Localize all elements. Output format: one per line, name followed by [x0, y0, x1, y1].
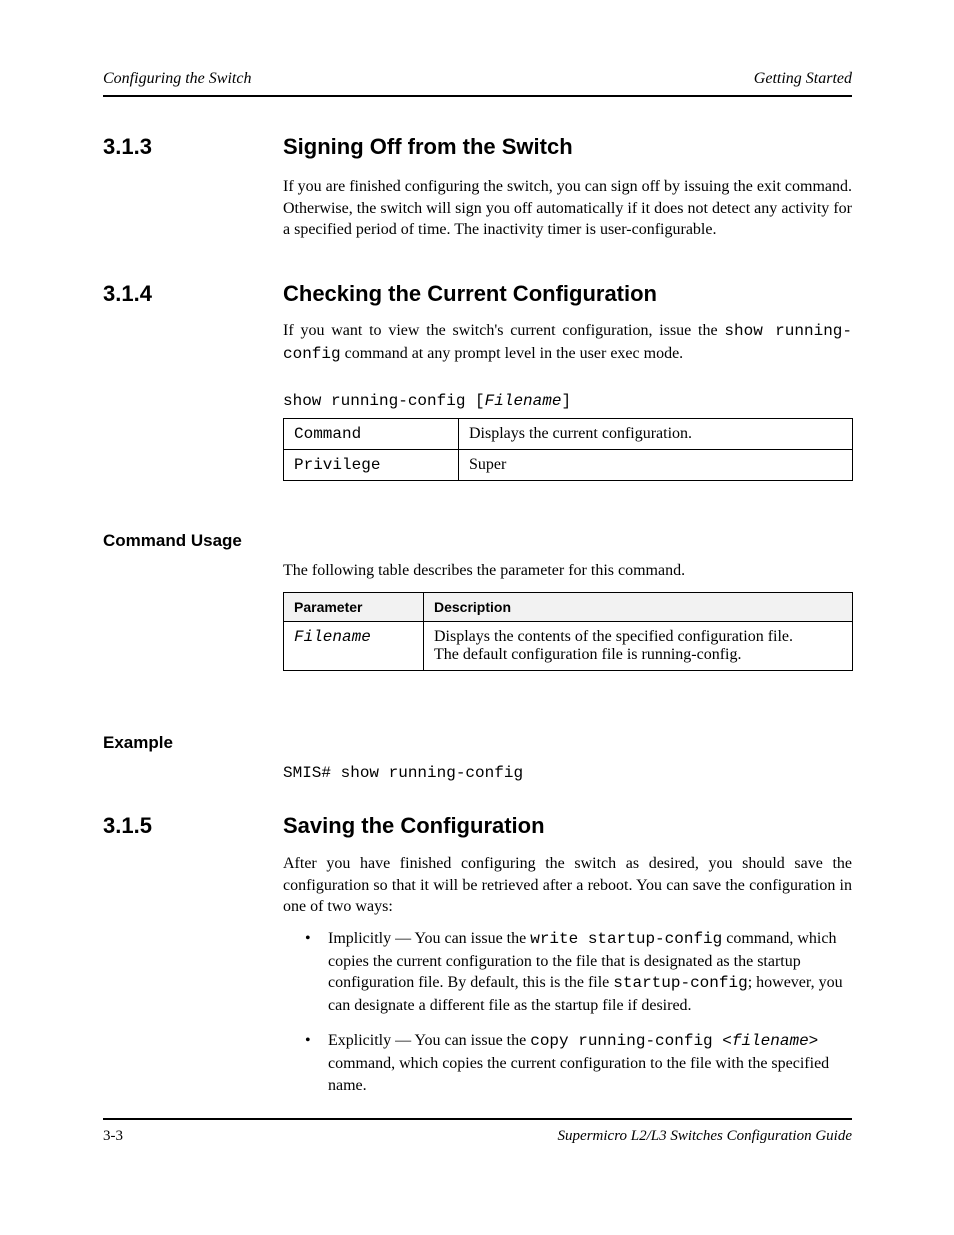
column-header: Description: [424, 593, 853, 622]
footer-rule: [103, 1118, 852, 1120]
header-rule: [103, 95, 852, 97]
command-syntax: show running-config [Filename]: [283, 390, 852, 413]
list-item: Explicitly — You can issue the copy runn…: [283, 1030, 852, 1096]
cell-value: Displays the current configuration.: [459, 419, 853, 450]
list-item: Implicitly — You can issue the write sta…: [283, 928, 852, 1016]
page-header: Configuring the Switch Getting Started: [103, 70, 852, 88]
section-number: 3.1.3: [103, 134, 152, 160]
section-title: Checking the Current Configuration: [283, 281, 657, 307]
bullet-list: Implicitly — You can issue the write sta…: [283, 928, 852, 1110]
column-header: Parameter: [284, 593, 424, 622]
cell-param: Filename: [284, 622, 424, 671]
table-row: Privilege Super: [284, 450, 853, 481]
code-example: SMIS# show running-config: [283, 763, 852, 785]
parameter-table: Parameter Description Filename Displays …: [283, 592, 853, 671]
command-info-table: Command Displays the current configurati…: [283, 418, 853, 481]
paragraph: After you have finished configuring the …: [283, 853, 852, 918]
text: If you want to view the switch's current…: [283, 322, 724, 339]
header-right: Getting Started: [754, 70, 852, 88]
paragraph: If you are finished configuring the swit…: [283, 176, 852, 241]
cell-value: Super: [459, 450, 853, 481]
paragraph: If you want to view the switch's current…: [283, 320, 852, 365]
table-row: Filename Displays the contents of the sp…: [284, 622, 853, 671]
cell-label: Privilege: [284, 450, 459, 481]
footer-page-number: 3-3: [103, 1128, 123, 1145]
header-left: Configuring the Switch: [103, 70, 251, 87]
paragraph: The following table describes the parame…: [283, 560, 852, 582]
table-row: Command Displays the current configurati…: [284, 419, 853, 450]
subsection-title: Example: [103, 733, 173, 753]
section-title: Signing Off from the Switch: [283, 134, 573, 160]
table-header-row: Parameter Description: [284, 593, 853, 622]
section-title: Saving the Configuration: [283, 813, 545, 839]
section-number: 3.1.5: [103, 813, 152, 839]
cell-desc: Displays the contents of the specified c…: [424, 622, 853, 671]
text: command at any prompt level in the user …: [341, 345, 684, 362]
footer-doc-title: Supermicro L2/L3 Switches Configuration …: [558, 1128, 852, 1145]
subsection-title: Command Usage: [103, 531, 242, 551]
section-number: 3.1.4: [103, 281, 152, 307]
cell-label: Command: [284, 419, 459, 450]
